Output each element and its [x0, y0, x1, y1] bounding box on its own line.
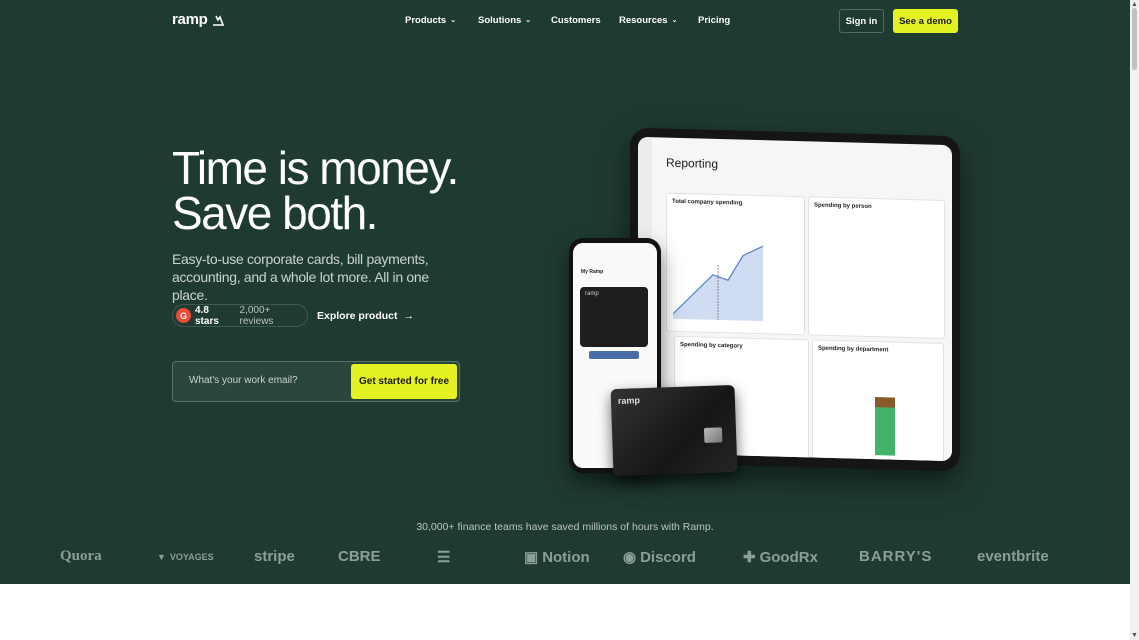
see-demo-button[interactable]: See a demo — [893, 9, 958, 33]
subheading-line-1: Easy-to-use corporate cards, bill paymen… — [172, 251, 429, 267]
nav-products[interactable]: Products ⌄ — [405, 15, 478, 26]
ramp-logo[interactable]: ramp — [172, 11, 225, 28]
goodrx-logo-text: GoodRx — [759, 548, 818, 566]
subheading-line-2: accounting, and a whole lot more. All in… — [172, 269, 429, 303]
card-logo: ramp — [617, 395, 641, 406]
arrow-right-icon: → — [403, 310, 415, 322]
department-bar-top — [875, 397, 895, 408]
customer-logos: Quora ▼ VOYAGES stripe CBRE ☰ ▣ Notion ◉… — [0, 548, 1130, 568]
spending-by-department-title: Spending by department — [818, 345, 889, 354]
chevron-down-icon: ⌄ — [671, 16, 678, 24]
spending-by-department-card: Spending by department — [812, 339, 944, 462]
logo-text: ramp — [172, 11, 208, 28]
scrollbar-thumb[interactable] — [1132, 8, 1137, 70]
nav-customers[interactable]: Customers — [551, 15, 619, 26]
rating-stars: 4.8 stars — [194, 304, 219, 327]
eventbrite-logo: eventbrite — [977, 548, 1049, 565]
phone-action-button — [589, 351, 639, 359]
rating-reviews: 2,000+ reviews — [239, 304, 274, 327]
headline-line-1: Time is money. — [172, 142, 459, 194]
spending-area-chart — [673, 245, 764, 322]
goodrx-icon: ✚ — [743, 549, 756, 566]
spending-by-person-title: Spending by person — [814, 202, 872, 211]
page-scrollbar[interactable]: ▲ ▼ — [1130, 0, 1139, 640]
corporate-card: ramp — [610, 384, 738, 477]
g2-icon: G — [176, 308, 191, 323]
cbre-logo: CBRE — [338, 548, 381, 565]
discord-logo: ◉ Discord — [623, 548, 696, 567]
nav-pricing-label: Pricing — [698, 15, 731, 26]
voyages-logo-text: VOYAGES — [169, 552, 214, 562]
chevron-down-icon: ⌄ — [450, 16, 457, 24]
nav-pricing[interactable]: Pricing — [698, 15, 730, 26]
total-spending-title: Total company spending — [672, 198, 743, 207]
notion-logo-text: Notion — [542, 548, 590, 566]
stripe-logo: stripe — [254, 548, 295, 565]
quora-logo: Quora — [60, 548, 102, 564]
explore-product-link[interactable]: Explore product → — [317, 310, 414, 322]
hero-headline: Time is money. Save both. — [172, 142, 459, 239]
headline-line-2: Save both. — [172, 187, 378, 239]
nav-products-label: Products — [405, 15, 447, 26]
scroll-down-icon[interactable]: ▼ — [1131, 632, 1138, 639]
my-ramp-title: My Ramp — [581, 269, 604, 275]
hero-section: ramp Products ⌄ Solutions ⌄ Customers Re… — [0, 0, 1130, 584]
nav-customers-label: Customers — [551, 15, 601, 26]
explore-product-label: Explore product — [317, 310, 398, 322]
voyages-logo: ▼ VOYAGES — [157, 552, 214, 562]
phone-card-logo: ramp — [585, 291, 599, 297]
barrys-logo: BARRY'S — [859, 548, 933, 565]
social-proof-tagline: 30,000+ finance teams have saved million… — [416, 521, 714, 533]
nav-resources[interactable]: Resources ⌄ — [619, 15, 698, 26]
voyages-icon: ▼ — [157, 552, 166, 562]
get-started-button[interactable]: Get started for free — [351, 364, 457, 399]
phone-card-preview: ramp — [580, 287, 648, 347]
work-email-input[interactable] — [187, 374, 341, 387]
notion-icon: ▣ — [524, 549, 539, 566]
nav-solutions[interactable]: Solutions ⌄ — [478, 15, 551, 26]
discord-logo-text: Discord — [640, 548, 696, 566]
g2-rating-badge[interactable]: G 4.8 stars 2,000+ reviews — [172, 304, 308, 327]
chevron-down-icon: ⌄ — [525, 16, 532, 24]
card-chip — [703, 427, 723, 443]
sign-in-button[interactable]: Sign in — [839, 9, 884, 33]
scroll-up-icon[interactable]: ▲ — [1131, 1, 1138, 8]
nav-solutions-label: Solutions — [478, 15, 522, 26]
email-signup-form: Get started for free — [172, 361, 460, 402]
main-nav: Products ⌄ Solutions ⌄ Customers Resourc… — [405, 15, 730, 26]
reporting-title: Reporting — [666, 155, 719, 171]
brand-emblem-logo: ☰ — [437, 549, 451, 566]
notion-logo: ▣ Notion — [524, 548, 590, 567]
spending-by-person-card: Spending by person — [808, 196, 945, 339]
ramp-logo-icon — [213, 14, 225, 26]
goodrx-logo: ✚ GoodRx — [743, 548, 818, 567]
total-spending-card: Total company spending — [666, 192, 805, 336]
discord-icon: ◉ — [623, 549, 637, 566]
nav-resources-label: Resources — [619, 15, 668, 26]
spending-by-category-title: Spending by category — [680, 341, 743, 350]
hero-subheading: Easy-to-use corporate cards, bill paymen… — [172, 250, 462, 304]
